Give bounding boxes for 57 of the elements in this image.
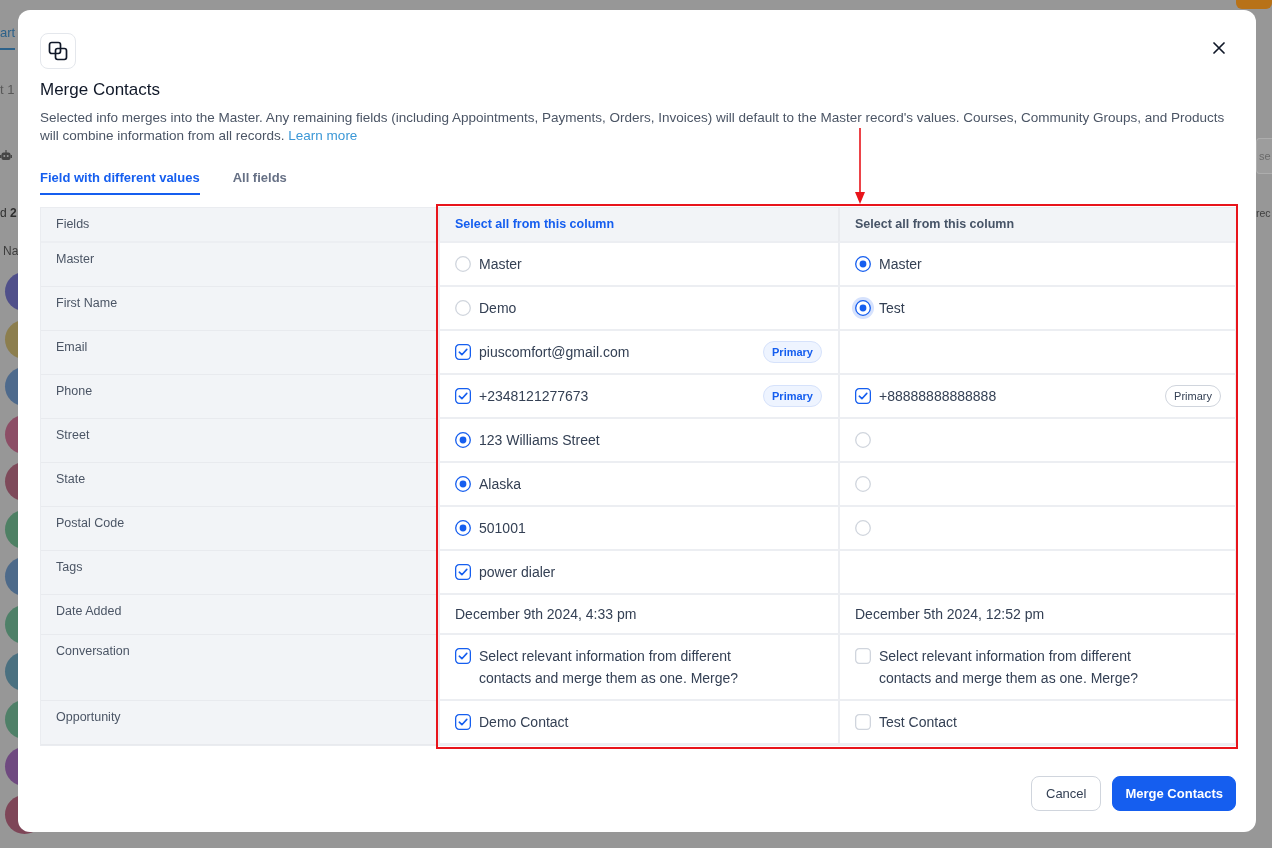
option-label: Test [879,299,905,318]
checkbox[interactable] [455,648,471,664]
close-icon [1213,42,1225,54]
field-label: Street [41,419,438,463]
tab[interactable]: All fields [232,165,287,195]
option-label: Demo [479,299,517,318]
option-label: power dialer [479,563,556,582]
radio-button[interactable] [455,520,471,536]
close-button[interactable] [1212,41,1226,55]
table-cell: December 9th 2024, 4:33 pm [438,595,838,635]
column-header: Fields [41,208,438,243]
checkbox[interactable] [455,714,471,730]
option-label: +88888888888888 [879,387,997,406]
tab[interactable]: Field with different values [40,165,200,195]
checkbox[interactable] [455,344,471,360]
option-label: Master [479,255,522,274]
overlapping-squares-icon [40,33,76,69]
learn-more-link[interactable]: Learn more [288,128,358,143]
option-label: +2348121277673 [479,387,589,406]
dialog-title: Merge Contacts [40,80,161,100]
field-label: Date Added [41,595,438,635]
radio-button[interactable] [852,297,874,319]
badge: Primary [763,385,822,407]
option-label: Test Contact [879,713,957,732]
option-label: 123 Williams Street [479,431,600,450]
field-label: First Name [41,287,438,331]
field-label: Postal Code [41,507,438,551]
radio-button[interactable] [455,476,471,492]
field-label: Master [41,243,438,287]
field-label: Tags [41,551,438,595]
field-label: Phone [41,375,438,419]
option-label: piuscomfort@gmail.com [479,343,630,362]
field-label: Email [41,331,438,375]
option-label: Demo Contact [479,713,569,732]
selection-count: d 2 [0,205,17,221]
option-label: Alaska [479,475,522,494]
checkbox[interactable] [455,564,471,580]
count-text: t 1 [0,82,15,98]
description-text: Selected info merges into the Master. Any remaining fields (including Appointments, Payments, Orders, Invoices) will default to the Master record's values. Courses, Community Groups, and Products will combine information from all records. Learn more [40,109,1225,145]
checkbox[interactable] [455,388,471,404]
option-label: Master [879,255,922,274]
field-label: State [41,463,438,507]
radio-button[interactable] [855,256,871,272]
table-cell: December 5th 2024, 12:52 pm [838,595,1237,635]
badge: Primary [1165,385,1221,407]
row-text: rec [1256,206,1271,221]
radio-button[interactable] [455,432,471,448]
option-label: 501001 [479,519,526,538]
column-header: Na [3,243,19,259]
field-label: Opportunity [41,701,438,745]
confirm-button[interactable]: Merge Contacts [1112,776,1236,811]
field-label: Conversation [41,635,438,701]
option-label: Select relevant information from different contacts and merge them as one. Merge? [879,647,1140,688]
cancel-button[interactable]: Cancel [1031,776,1102,811]
checkbox[interactable] [855,388,871,404]
option-label: Select relevant information from different contacts and merge them as one. Merge? [479,647,740,688]
badge: Primary [763,341,822,363]
